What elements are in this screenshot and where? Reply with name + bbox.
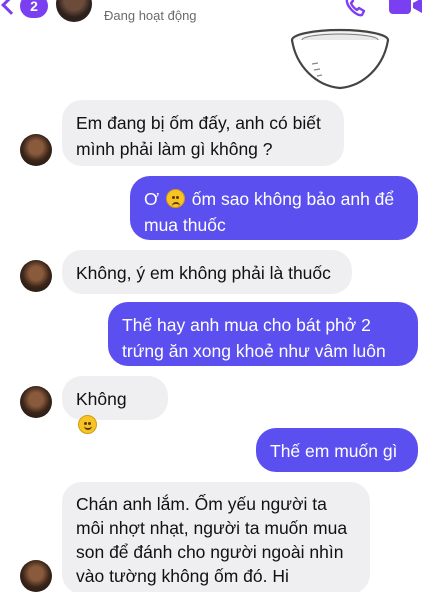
sender-avatar[interactable] — [20, 386, 52, 418]
incoming-message[interactable]: Không, ý em không phải là thuốc — [62, 250, 352, 294]
message-text: Không — [76, 389, 127, 409]
outgoing-message[interactable]: Ơ ốm sao không bảo anh để mua thuốc — [130, 176, 418, 240]
incoming-message[interactable]: Không — [62, 376, 168, 434]
message-text: ốm sao không bảo anh để — [191, 189, 395, 209]
bowl-sticker — [290, 28, 390, 90]
unread-badge: 2 — [20, 0, 48, 18]
message-line: Chán anh lắm. Ốm yếu người ta — [76, 494, 327, 514]
active-status: Đang hoạt động — [104, 8, 197, 23]
message-line: Em đang bị ốm đấy, anh có biết — [76, 113, 321, 133]
message-text: Thế em muốn gì — [270, 441, 398, 461]
contact-avatar[interactable] — [56, 0, 92, 22]
back-button[interactable]: 2 — [1, 0, 48, 20]
message-line: son để đánh cho người ngoài nhìn — [76, 542, 344, 562]
phone-icon[interactable] — [344, 0, 366, 18]
outgoing-message[interactable]: Thế em muốn gì — [256, 428, 418, 472]
incoming-message[interactable]: Chán anh lắm. Ốm yếu người ta môi nhợt n… — [62, 482, 370, 592]
sender-avatar[interactable] — [20, 560, 52, 592]
message-text: Ơ — [144, 189, 160, 209]
chat-header: 2 Đang hoạt động — [0, 0, 442, 28]
chevron-left-icon — [1, 0, 21, 15]
disappointed-face-icon — [165, 189, 185, 208]
message-line: vào tường không ốm đó. Hi — [76, 566, 289, 586]
outgoing-message[interactable]: Thế hay anh mua cho bát phở 2 trứng ăn x… — [108, 302, 418, 366]
message-line: Ơ ốm sao không bảo anh để — [144, 186, 404, 212]
message-line: mình phải làm gì không ? — [76, 139, 273, 159]
sender-avatar[interactable] — [20, 260, 52, 292]
chat-screen: 2 Đang hoạt động Em đang bị ốm đấy, anh … — [0, 0, 442, 592]
message-line: trứng ăn xong khoẻ như vâm luôn — [122, 341, 386, 361]
message-line: Thế hay anh mua cho bát phở 2 — [122, 315, 371, 335]
message-line: mua thuốc — [144, 215, 226, 235]
incoming-message[interactable]: Em đang bị ốm đấy, anh có biết mình phải… — [62, 100, 344, 166]
slightly-smiling-face-icon — [78, 415, 97, 434]
message-line: môi nhợt nhạt, người ta muốn mua — [76, 518, 348, 538]
video-call-icon[interactable] — [388, 0, 424, 16]
message-text: Không, ý em không phải là thuốc — [76, 263, 331, 283]
sender-avatar[interactable] — [20, 134, 52, 166]
